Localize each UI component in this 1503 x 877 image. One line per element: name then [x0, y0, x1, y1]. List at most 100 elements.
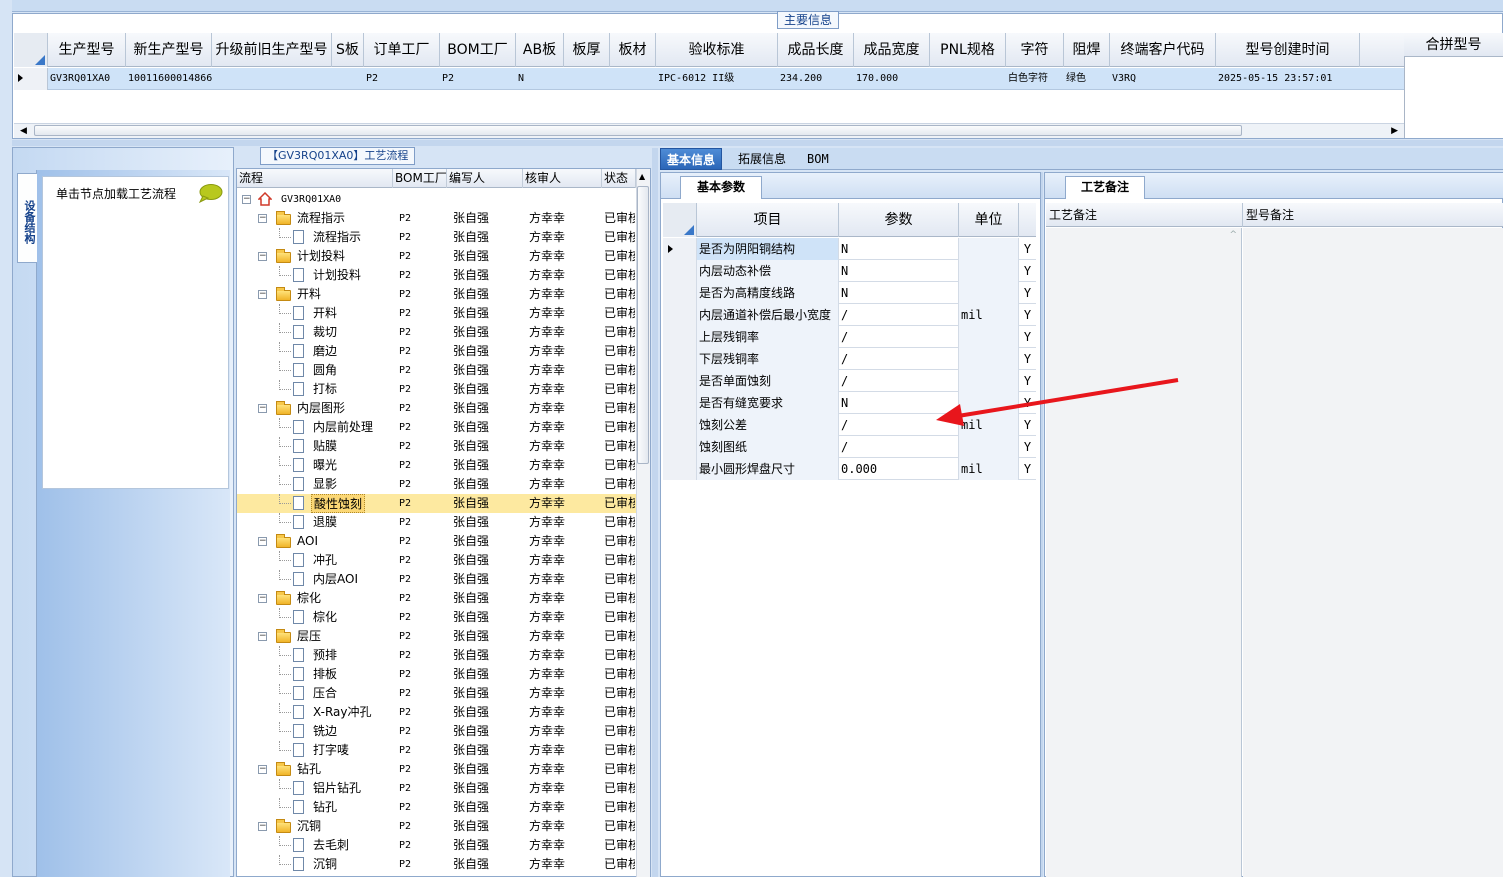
- cell-main-6[interactable]: N: [516, 68, 564, 90]
- params-row[interactable]: 是否为高精度线路 N Y: [663, 282, 1036, 304]
- col-main-2[interactable]: 升级前旧生产型号: [212, 33, 332, 67]
- param-value[interactable]: N: [839, 238, 959, 260]
- tree-leaf-node[interactable]: 内层AOI P2 张自强 方幸幸 已审核: [237, 570, 636, 589]
- main-grid-row[interactable]: GV3RQ01XA0 10011600014866 P2 P2 N IPC-6012 II…: [14, 68, 1404, 90]
- collapse-icon[interactable]: −: [258, 537, 267, 546]
- process-notes-field[interactable]: ^: [1046, 228, 1242, 877]
- collapse-icon[interactable]: −: [258, 252, 267, 261]
- col-main-11[interactable]: 成品宽度: [854, 33, 930, 67]
- tree-leaf-node[interactable]: 贴膜 P2 张自强 方幸幸 已审核: [237, 437, 636, 456]
- collapse-icon[interactable]: −: [258, 765, 267, 774]
- grid-corner[interactable]: [14, 33, 48, 67]
- tree-root[interactable]: − GV3RQ01XA0: [237, 190, 636, 209]
- cell-main-8[interactable]: [610, 68, 656, 90]
- cell-main-14[interactable]: 绿色: [1064, 68, 1110, 90]
- tab-basic-info[interactable]: 基本信息: [660, 148, 723, 170]
- tree-leaf-node[interactable]: 开料 P2 张自强 方幸幸 已审核: [237, 304, 636, 323]
- col-main-1[interactable]: 新生产型号: [126, 33, 212, 67]
- tree-folder-node[interactable]: − 计划投料 P2 张自强 方幸幸 已审核: [237, 247, 636, 266]
- tree-folder-node[interactable]: − 沉铜 P2 张自强 方幸幸 已审核: [237, 817, 636, 836]
- tree-leaf-node[interactable]: 去毛刺 P2 张自强 方幸幸 已审核: [237, 836, 636, 855]
- params-row[interactable]: 蚀刻图纸 / Y: [663, 436, 1036, 458]
- col-main-16[interactable]: 型号创建时间: [1216, 33, 1360, 67]
- tree-leaf-node[interactable]: 压合 P2 张自强 方幸幸 已审核: [237, 684, 636, 703]
- tree-folder-node[interactable]: − 棕化 P2 张自强 方幸幸 已审核: [237, 589, 636, 608]
- cell-main-9[interactable]: IPC-6012 II级: [656, 68, 778, 90]
- scroll-left-icon[interactable]: ◀: [20, 126, 27, 136]
- tree-leaf-node[interactable]: 打字唛 P2 张自强 方幸幸 已审核: [237, 741, 636, 760]
- tree-leaf-node[interactable]: 裁切 P2 张自强 方幸幸 已审核: [237, 323, 636, 342]
- tree-leaf-node[interactable]: 内层前处理 P2 张自强 方幸幸 已审核: [237, 418, 636, 437]
- notes-section-tab[interactable]: 工艺备注: [1065, 176, 1145, 199]
- tab-bom[interactable]: BOM: [801, 148, 835, 170]
- tree-leaf-node[interactable]: 显影 P2 张自强 方幸幸 已审核: [237, 475, 636, 494]
- cell-main-4[interactable]: P2: [364, 68, 440, 90]
- collapse-icon[interactable]: −: [258, 290, 267, 299]
- col-main-5[interactable]: BOM工厂: [440, 33, 516, 67]
- tree-leaf-node[interactable]: 冲孔 P2 张自强 方幸幸 已审核: [237, 551, 636, 570]
- col-main-7[interactable]: 板厚: [564, 33, 610, 67]
- chat-bubble-icon[interactable]: [197, 183, 223, 203]
- params-row[interactable]: 是否为阴阳铜结构 N Y: [663, 238, 1036, 260]
- cell-main-5[interactable]: P2: [440, 68, 516, 90]
- tree-leaf-node[interactable]: 铣边 P2 张自强 方幸幸 已审核: [237, 722, 636, 741]
- col-main-15[interactable]: 终端客户代码: [1110, 33, 1216, 67]
- collapse-icon[interactable]: −: [258, 822, 267, 831]
- tree-leaf-node[interactable]: 铝片钻孔 P2 张自强 方幸幸 已审核: [237, 779, 636, 798]
- collapse-icon[interactable]: −: [258, 404, 267, 413]
- cell-main-1[interactable]: 10011600014866: [126, 68, 212, 90]
- col-main-12[interactable]: PNL规格: [930, 33, 1006, 67]
- cell-main-16[interactable]: 2025-05-15 23:57:01: [1216, 68, 1360, 90]
- collapse-icon[interactable]: −: [258, 594, 267, 603]
- tree-folder-node[interactable]: − 钻孔 P2 张自强 方幸幸 已审核: [237, 760, 636, 779]
- cell-main-11[interactable]: 170.000: [854, 68, 930, 90]
- col-main-14[interactable]: 阻焊: [1064, 33, 1110, 67]
- tree-leaf-node[interactable]: 沉铜 P2 张自强 方幸幸 已审核: [237, 855, 636, 874]
- col-main-6[interactable]: AB板: [516, 33, 564, 67]
- col-main-10[interactable]: 成品长度: [778, 33, 854, 67]
- col-main-9[interactable]: 验收标准: [656, 33, 778, 67]
- tree-leaf-node[interactable]: 流程指示 P2 张自强 方幸幸 已审核: [237, 228, 636, 247]
- cell-main-12[interactable]: [930, 68, 1006, 90]
- col-main-13[interactable]: 字符: [1006, 33, 1064, 67]
- tree-leaf-node[interactable]: X-Ray冲孔 P2 张自强 方幸幸 已审核: [237, 703, 636, 722]
- col-unit[interactable]: 单位: [959, 203, 1019, 237]
- param-value[interactable]: /: [839, 348, 959, 370]
- cell-main-10[interactable]: 234.200: [778, 68, 854, 90]
- params-row[interactable]: 下层残铜率 / Y: [663, 348, 1036, 370]
- vertical-splitter-1[interactable]: [652, 148, 658, 877]
- param-value[interactable]: 0.000: [839, 458, 959, 480]
- col-status[interactable]: 状态: [602, 169, 636, 188]
- param-value[interactable]: /: [839, 326, 959, 348]
- col-reviewer[interactable]: 核审人: [523, 169, 602, 188]
- horizontal-splitter[interactable]: [12, 140, 1503, 146]
- tree-leaf-node[interactable]: 曝光 P2 张自强 方幸幸 已审核: [237, 456, 636, 475]
- params-row[interactable]: 内层动态补偿 N Y: [663, 260, 1036, 282]
- tree-leaf-node[interactable]: 酸性蚀刻 P2 张自强 方幸幸 已审核: [237, 494, 636, 513]
- tree-scrollbar-thumb[interactable]: [637, 186, 649, 464]
- col-main-8[interactable]: 板材: [610, 33, 656, 67]
- tree-folder-node[interactable]: − 流程指示 P2 张自强 方幸幸 已审核: [237, 209, 636, 228]
- params-section-tab[interactable]: 基本参数: [680, 176, 762, 199]
- cell-main-2[interactable]: [212, 68, 332, 90]
- params-corner[interactable]: [663, 203, 697, 237]
- scroll-right-icon[interactable]: ▶: [1391, 126, 1398, 136]
- tree-folder-node[interactable]: − 内层图形 P2 张自强 方幸幸 已审核: [237, 399, 636, 418]
- tree-folder-node[interactable]: − AOI P2 张自强 方幸幸 已审核: [237, 532, 636, 551]
- tree-leaf-node[interactable]: 磨边 P2 张自强 方幸幸 已审核: [237, 342, 636, 361]
- col-main-4[interactable]: 订单工厂: [364, 33, 440, 67]
- col-main-3[interactable]: S板: [332, 33, 364, 67]
- collapse-icon[interactable]: −: [258, 632, 267, 641]
- tree-folder-node[interactable]: − 开料 P2 张自强 方幸幸 已审核: [237, 285, 636, 304]
- tab-extended-info[interactable]: 拓展信息: [732, 148, 792, 170]
- model-notes-field[interactable]: [1243, 228, 1503, 877]
- scroll-up-icon[interactable]: ▲: [639, 172, 645, 181]
- tree-leaf-node[interactable]: 计划投料 P2 张自强 方幸幸 已审核: [237, 266, 636, 285]
- tree-leaf-node[interactable]: 预排 P2 张自强 方幸幸 已审核: [237, 646, 636, 665]
- cell-main-7[interactable]: [564, 68, 610, 90]
- col-main-0[interactable]: 生产型号: [48, 33, 126, 67]
- params-row[interactable]: 最小圆形焊盘尺寸 0.000 mil Y: [663, 458, 1036, 480]
- params-row[interactable]: 内层通道补偿后最小宽度 / mil Y: [663, 304, 1036, 326]
- collapse-icon[interactable]: −: [242, 195, 251, 204]
- param-value[interactable]: /: [839, 304, 959, 326]
